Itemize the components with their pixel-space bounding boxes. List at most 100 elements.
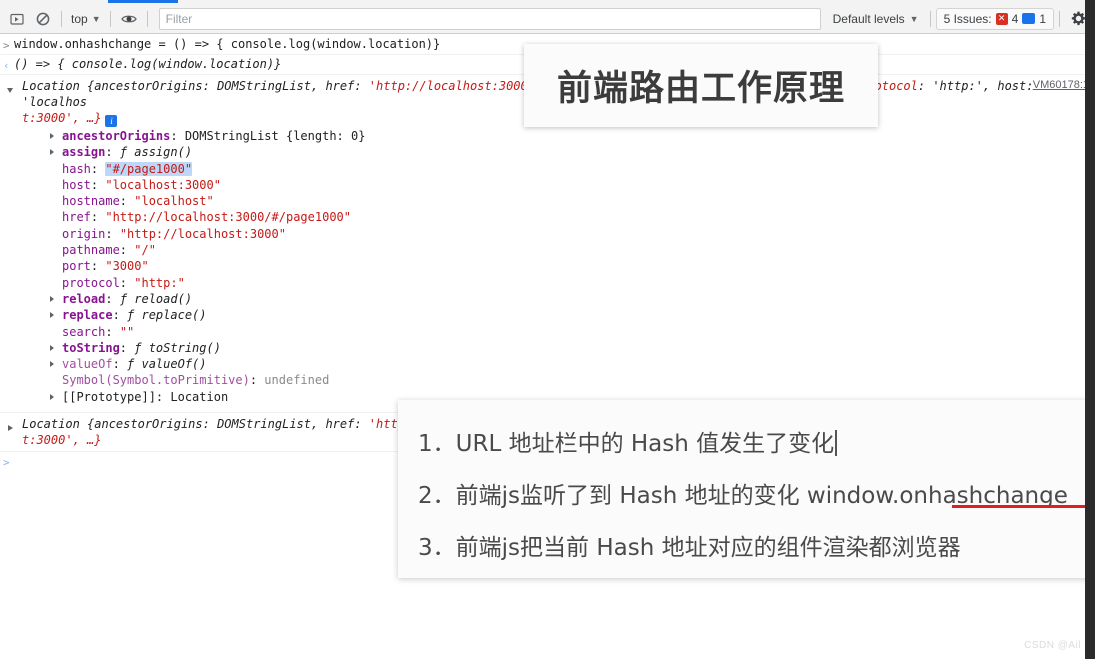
console-input-expression: window.onhashchange = () => { console.lo…	[14, 37, 441, 51]
property-separator: :	[112, 357, 128, 372]
object-property-row[interactable]: href: "http://localhost:3000/#/page1000"	[22, 209, 1095, 225]
toolbar-divider	[146, 10, 148, 27]
object-property-row[interactable]: hostname: "localhost"	[22, 193, 1095, 209]
overlay-step-1: 1．URL 地址栏中的 Hash 值发生了变化	[418, 418, 1095, 470]
property-name: hostname	[62, 194, 120, 209]
property-value: "localhost"	[134, 194, 214, 209]
object-class-name: Location	[22, 79, 88, 93]
watermark: CSDN @Ail	[1024, 640, 1081, 651]
property-separator: :	[119, 275, 135, 290]
property-name: search	[62, 324, 106, 339]
object-property-row[interactable]: origin: "http://localhost:3000"	[22, 226, 1095, 242]
object-property-row[interactable]: reload: ƒ reload()	[22, 291, 1095, 307]
disclosure-triangle-closed-icon[interactable]	[50, 344, 54, 351]
object-preview-wrap: t:3000', …}	[22, 433, 102, 448]
property-value: "http:"	[134, 275, 185, 290]
execution-context-selector[interactable]: top ▼	[67, 12, 105, 26]
property-separator: :	[170, 129, 185, 143]
property-name: replace	[62, 308, 113, 323]
toolbar-divider	[109, 10, 111, 27]
log-levels-label: Default levels	[832, 11, 905, 26]
object-property-row[interactable]: replace: ƒ replace()	[22, 307, 1095, 323]
property-name: hash	[62, 161, 91, 176]
toolbar-divider	[929, 10, 931, 27]
info-badge-icon	[1022, 13, 1036, 24]
object-property-row[interactable]: assign: ƒ assign()	[22, 144, 1095, 160]
property-value: ƒ valueOf()	[127, 357, 207, 372]
property-name: pathname	[62, 243, 120, 258]
toolbar-divider	[61, 10, 62, 27]
property-name: [[Prototype]]	[62, 389, 156, 404]
object-property-row[interactable]: toString: ƒ toString()	[22, 340, 1095, 356]
object-property-row[interactable]: pathname: "/"	[22, 242, 1095, 258]
property-value: "http://localhost:3000/#/page1000"	[105, 210, 351, 225]
object-preview-href-key: , href:	[311, 417, 369, 432]
property-name: protocol	[62, 275, 120, 290]
property-separator: :	[119, 194, 135, 209]
property-separator: :	[105, 291, 120, 306]
property-separator: :	[119, 243, 135, 258]
chevron-down-icon: ▼	[909, 13, 919, 24]
overlay-step-3: 3．前端js把当前 Hash 地址对应的组件渲染都浏览器	[418, 522, 1095, 574]
object-class-name: Location	[22, 417, 88, 432]
object-property-row[interactable]: ancestorOrigins: DOMStringList {length: …	[22, 128, 1095, 144]
property-value: "http://localhost:3000"	[119, 226, 286, 241]
object-property-row[interactable]: port: "3000"	[22, 258, 1095, 274]
clear-console-icon[interactable]	[30, 6, 56, 32]
property-value: ƒ toString()	[134, 340, 221, 355]
property-separator: :	[155, 389, 171, 404]
property-name: toString	[62, 340, 120, 355]
object-property-row[interactable]: search: ""	[22, 324, 1095, 340]
property-name: reload	[62, 291, 106, 306]
property-value: ƒ reload()	[119, 291, 193, 306]
overlay-steps-card: 1．URL 地址栏中的 Hash 值发生了变化 2．前端js监听了到 Hash 地…	[398, 400, 1095, 578]
object-property-row[interactable]: host: "localhost:3000"	[22, 177, 1095, 193]
devtools-console-screenshot: top ▼ Filter Default levels ▼ 5 Issues: …	[0, 0, 1095, 659]
sidebar-toggle-icon[interactable]	[4, 6, 30, 32]
issues-info-count: 1	[1039, 11, 1046, 26]
property-value: DOMStringList {length: 0}	[184, 129, 366, 143]
object-preview-wrap: t:3000', …}	[22, 111, 102, 125]
object-property-row[interactable]: protocol: "http:"	[22, 275, 1095, 291]
disclosure-triangle-open-icon[interactable]	[7, 88, 13, 93]
object-preview-domstringlist: DOMStringList	[217, 417, 311, 432]
disclosure-triangle-closed-icon[interactable]	[50, 133, 54, 139]
overlay-step-text: 1．URL 地址栏中的 Hash 值发生了变化	[418, 431, 835, 457]
property-name: host	[62, 177, 91, 192]
filter-input[interactable]: Filter	[158, 7, 821, 30]
disclosure-triangle-closed-icon[interactable]	[50, 393, 54, 400]
issues-button[interactable]: 5 Issues: ✕ 4 1	[935, 7, 1054, 30]
property-value: ""	[119, 324, 135, 339]
object-property-row[interactable]: Symbol(Symbol.toPrimitive): undefined	[22, 372, 1095, 388]
disclosure-triangle-closed-icon[interactable]	[8, 425, 13, 432]
property-separator: :	[119, 340, 135, 355]
object-preview-open: {ancestorOrigins:	[87, 79, 218, 93]
disclosure-triangle-closed-icon[interactable]	[50, 295, 54, 302]
eye-icon[interactable]	[116, 6, 142, 32]
disclosure-triangle-closed-icon[interactable]	[50, 361, 54, 368]
disclosure-triangle-closed-icon[interactable]	[50, 312, 54, 319]
property-value: "#/page1000"	[105, 161, 193, 176]
issues-label: 5 Issues:	[943, 11, 992, 26]
property-value: ƒ assign()	[119, 145, 193, 160]
property-value: "localhost:3000"	[105, 177, 221, 192]
info-icon[interactable]: i	[105, 115, 118, 127]
overlay-step-text: 3．前端js把当前 Hash 地址对应的组件渲染都浏览器	[418, 535, 961, 561]
object-preview-open: {ancestorOrigins:	[87, 417, 218, 432]
property-separator: :	[90, 177, 106, 192]
property-name: valueOf	[62, 357, 113, 372]
property-separator: :	[105, 145, 120, 160]
console-toolbar: top ▼ Filter Default levels ▼ 5 Issues: …	[0, 4, 1095, 34]
console-result-value: () => { console.log(window.location)}	[14, 57, 282, 71]
disclosure-triangle-closed-icon[interactable]	[50, 149, 54, 156]
property-separator: :	[90, 210, 106, 225]
property-separator: :	[90, 161, 106, 176]
error-badge-icon: ✕	[995, 12, 1008, 25]
object-property-row[interactable]: hash: "#/page1000"	[22, 161, 1095, 177]
source-link[interactable]: VM60178:1	[1033, 77, 1089, 93]
property-value: "/"	[134, 243, 156, 258]
log-levels-selector[interactable]: Default levels ▼	[827, 12, 925, 26]
property-separator: :	[105, 324, 120, 339]
object-property-row[interactable]: valueOf: ƒ valueOf()	[22, 356, 1095, 372]
property-separator: :	[90, 259, 106, 274]
